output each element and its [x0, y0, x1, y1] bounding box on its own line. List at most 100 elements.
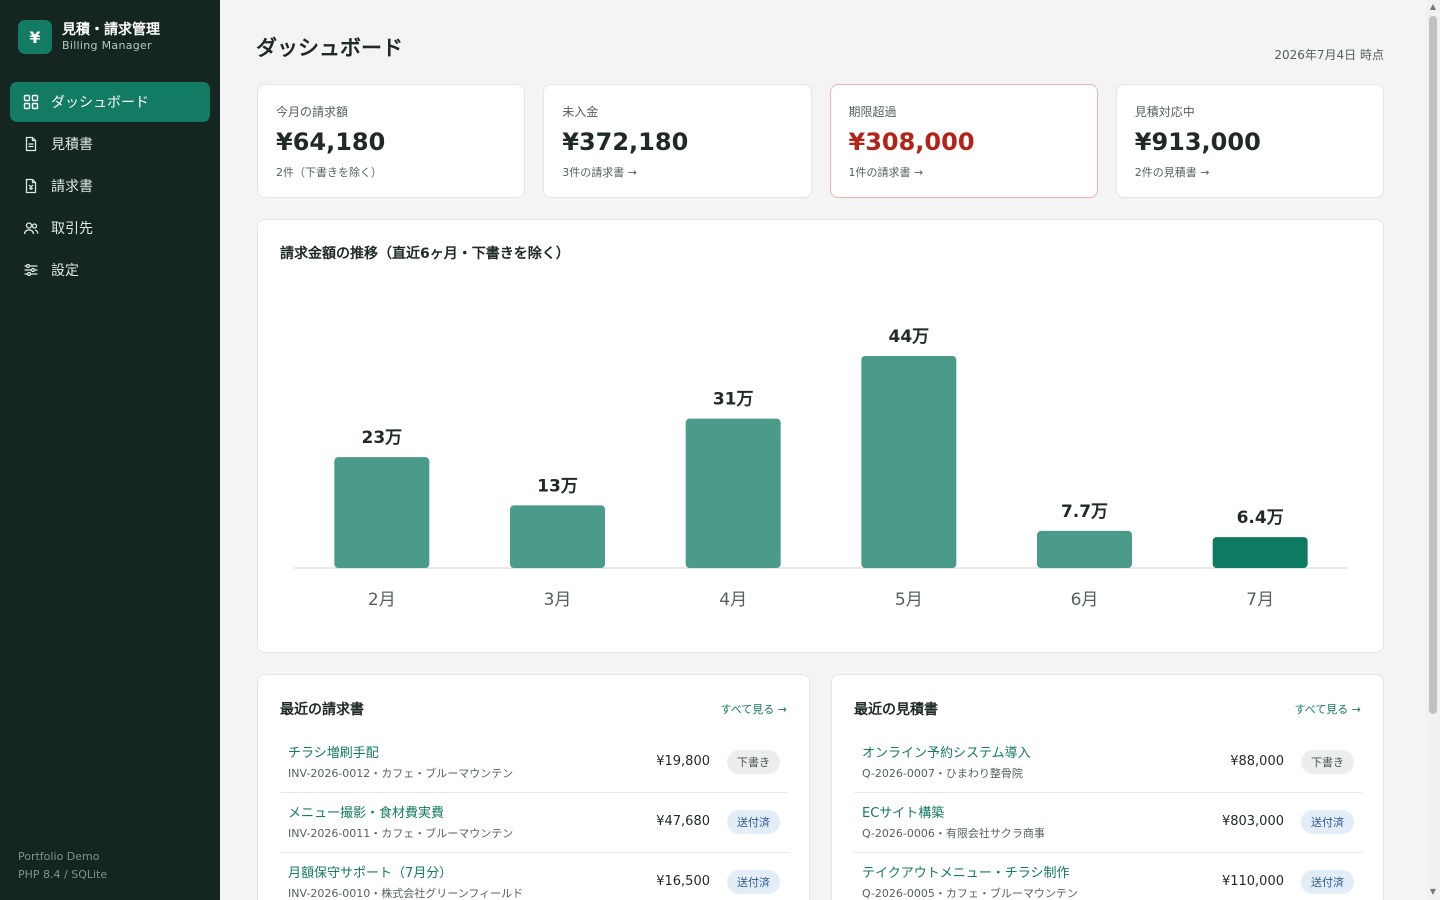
chart-bar — [1037, 530, 1132, 568]
footer-line-2: PHP 8.4 / SQLite — [18, 868, 108, 881]
kpi-link[interactable]: 3件の請求書 → — [562, 164, 792, 180]
row-title-link[interactable]: 月額保守サポート（7月分） — [288, 862, 452, 881]
as-of-date: 2026年7月4日 時点 — [1274, 48, 1384, 62]
kpi-link[interactable]: 1件の請求書 → — [849, 164, 1079, 180]
kpi-label: 期限超過 — [848, 105, 897, 119]
kpi-row: 今月の請求額 ¥64,180 2件（下書きを除く） 未入金 ¥372,180 3… — [257, 84, 1384, 198]
row-title-link[interactable]: ECサイト構築 — [862, 802, 944, 821]
kpi-link[interactable]: 2件の見積書 → — [1135, 164, 1365, 180]
chart-tick-label: 5月 — [895, 590, 923, 610]
invoice-row[interactable]: メニュー撮影・食材費実費 INV-2026-0011・カフェ・ブルーマウンテン ¥4… — [280, 793, 788, 853]
kpi-value: ¥372,180 — [562, 128, 689, 156]
status-badge: 送付済 — [1301, 810, 1354, 834]
status-badge: 送付済 — [1301, 870, 1354, 894]
kpi-card-open-quotes[interactable]: 見積対応中 ¥913,000 2件の見積書 → — [1115, 84, 1384, 198]
sidebar-item-label: 見積書 — [51, 137, 93, 153]
invoice-list: チラシ増刷手配 INV-2026-0012・カフェ・ブルーマウンテン ¥19,800… — [280, 733, 788, 900]
scroll-up-icon[interactable]: ▲ — [1429, 3, 1437, 11]
recent-invoices-card: 最近の請求書 すべて見る → チラシ増刷手配 INV-2026-0012・カフェ・… — [257, 674, 810, 900]
row-title-link[interactable]: チラシ増刷手配 — [288, 742, 379, 761]
sidebar-item-clients[interactable]: 取引先 — [10, 208, 210, 248]
row-title-link[interactable]: オンライン予約システム導入 — [862, 742, 1031, 761]
kpi-value: ¥913,000 — [1134, 128, 1261, 156]
quote-list: オンライン予約システム導入 Q-2026-0007・ひまわり整骨院 ¥88,000 下… — [854, 733, 1362, 900]
kpi-label: 見積対応中 — [1134, 105, 1195, 119]
invoice-row[interactable]: 月額保守サポート（7月分） INV-2026-0010・株式会社グリーンフィールド… — [280, 853, 788, 900]
kpi-card-overdue[interactable]: 期限超過 ¥308,000 1件の請求書 → — [829, 84, 1098, 198]
kpi-card-monthly-billing: 今月の請求額 ¥64,180 2件（下書きを除く） — [257, 84, 526, 198]
row-amount: ¥19,800 — [656, 754, 710, 769]
status-badge: 送付済 — [727, 870, 780, 894]
row-subtitle: INV-2026-0011・カフェ・ブルーマウンテン — [288, 827, 514, 840]
row-amount: ¥110,000 — [1221, 874, 1284, 889]
row-amount: ¥803,000 — [1221, 814, 1284, 829]
kpi-note: 2件（下書きを除く） — [276, 166, 382, 179]
quote-row[interactable]: テイクアウトメニュー・チラシ制作 Q-2026-0005・カフェ・ブルーマウンテン… — [854, 853, 1362, 900]
kpi-card-unpaid[interactable]: 未入金 ¥372,180 3件の請求書 → — [543, 84, 812, 198]
users-icon — [23, 220, 39, 236]
recent-quotes-title: 最近の見積書 — [854, 702, 938, 718]
sidebar-item-settings[interactable]: 設定 — [10, 250, 210, 290]
sidebar-item-label: 請求書 — [51, 179, 93, 195]
billing-trend-card: 請求金額の推移（直近6ヶ月・下書きを除く） 23万 2月 13万 3月 31万 4月 44万… — [257, 219, 1384, 653]
chart-data-label: 13万 — [537, 476, 578, 496]
chart-tick-label: 4月 — [719, 590, 747, 610]
chart-tick-label: 7月 — [1246, 590, 1274, 610]
chart-data-label: 31万 — [713, 390, 754, 410]
kpi-value: ¥64,180 — [276, 128, 386, 156]
row-subtitle: INV-2026-0010・株式会社グリーンフィールド — [288, 887, 524, 900]
sidebar-item-dashboard[interactable]: ダッシュボード — [10, 82, 210, 122]
quote-row[interactable]: オンライン予約システム導入 Q-2026-0007・ひまわり整骨院 ¥88,000 下… — [854, 733, 1362, 793]
sidebar-item-label: 設定 — [51, 263, 79, 279]
brand-title: 見積・請求管理 — [62, 21, 160, 38]
status-badge: 下書き — [727, 750, 780, 774]
row-amount: ¥47,680 — [656, 814, 710, 829]
chart-tick-label: 6月 — [1071, 590, 1099, 610]
chart-bar — [685, 418, 781, 568]
sidebar-nav: ダッシュボード 見積書 請求書 取引先 設定 — [10, 82, 210, 292]
status-badge: 送付済 — [727, 810, 780, 834]
sliders-icon — [23, 262, 39, 278]
row-amount: ¥88,000 — [1230, 754, 1284, 769]
chart-bar — [861, 356, 957, 568]
kpi-label: 今月の請求額 — [276, 105, 349, 119]
row-subtitle: Q-2026-0006・有限会社サクラ商事 — [862, 827, 1045, 840]
yen-logo-icon: ¥ — [18, 20, 52, 54]
page-scrollbar[interactable]: ▲ ▼ — [1426, 0, 1440, 900]
see-all-invoices-link[interactable]: すべて見る → — [720, 701, 787, 717]
row-subtitle: INV-2026-0012・カフェ・ブルーマウンテン — [288, 767, 514, 780]
chart-bar — [510, 505, 605, 568]
footer-line-1: Portfolio Demo — [18, 850, 100, 863]
scroll-down-icon[interactable]: ▼ — [1429, 888, 1437, 896]
chart-tick-label: 3月 — [544, 590, 572, 610]
document-icon — [23, 136, 39, 152]
kpi-value: ¥308,000 — [848, 128, 975, 156]
sidebar-item-label: 取引先 — [51, 221, 93, 237]
main-content: ダッシュボード 2026年7月4日 時点 今月の請求額 ¥64,180 2件（下… — [220, 0, 1426, 900]
chart-data-label: 44万 — [888, 327, 929, 347]
row-title-link[interactable]: テイクアウトメニュー・チラシ制作 — [862, 862, 1069, 881]
scroll-thumb[interactable] — [1429, 16, 1437, 714]
chart-data-label: 6.4万 — [1237, 508, 1284, 528]
sidebar-item-invoices[interactable]: 請求書 — [10, 166, 210, 206]
dashboard-icon — [23, 94, 39, 110]
invoice-row[interactable]: チラシ増刷手配 INV-2026-0012・カフェ・ブルーマウンテン ¥19,800… — [280, 733, 788, 793]
sidebar-item-label: ダッシュボード — [51, 95, 149, 111]
see-all-quotes-link[interactable]: すべて見る → — [1294, 701, 1361, 717]
chart-data-label: 7.7万 — [1061, 502, 1108, 522]
invoice-icon — [23, 178, 39, 194]
quote-row[interactable]: ECサイト構築 Q-2026-0006・有限会社サクラ商事 ¥803,000 送付済 — [854, 793, 1362, 853]
row-amount: ¥16,500 — [656, 874, 710, 889]
chart-tick-label: 2月 — [368, 590, 396, 610]
row-title-link[interactable]: メニュー撮影・食材費実費 — [288, 802, 444, 821]
brand[interactable]: ¥ 見積・請求管理 Billing Manager — [18, 20, 160, 54]
sidebar-footer: Portfolio Demo PHP 8.4 / SQLite — [18, 848, 107, 884]
chart-bar — [334, 457, 430, 568]
row-subtitle: Q-2026-0005・カフェ・ブルーマウンテン — [862, 887, 1078, 900]
status-badge: 下書き — [1301, 750, 1354, 774]
recent-invoices-title: 最近の請求書 — [280, 702, 364, 718]
page-title: ダッシュボード — [256, 36, 403, 60]
row-subtitle: Q-2026-0007・ひまわり整骨院 — [862, 767, 1023, 780]
sidebar-item-quotes[interactable]: 見積書 — [10, 124, 210, 164]
billing-bar-chart: 23万 2月 13万 3月 31万 4月 44万 5月 7.7万 6月 6.4万 7月 — [294, 327, 1348, 610]
